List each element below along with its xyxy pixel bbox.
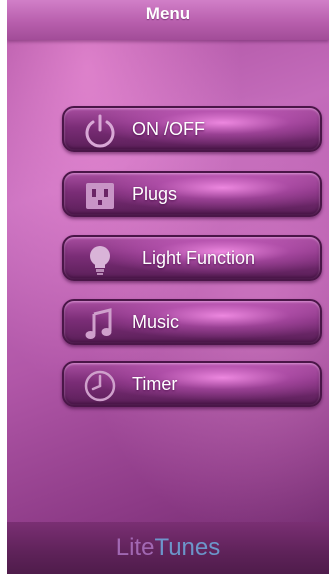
plugs-label: Plugs [132, 184, 178, 204]
header-bar: Menu [7, 0, 329, 40]
logo-tunes: Tunes [154, 534, 221, 561]
light-bulb-icon [82, 242, 118, 278]
app-screen: Menu ON /OFF Plugs Light Function Music … [7, 0, 329, 574]
timer-label: Timer [132, 374, 178, 394]
plugs-button[interactable]: Plugs [62, 171, 322, 217]
music-label: Music [132, 312, 180, 332]
clock-icon [82, 368, 118, 404]
footer-bar: LiteTunes [7, 522, 329, 574]
plug-outlet-icon [82, 178, 118, 214]
timer-button[interactable]: Timer [62, 361, 322, 407]
light-function-button[interactable]: Light Function [62, 235, 322, 281]
power-icon [82, 113, 118, 149]
on-off-label: ON /OFF [132, 119, 205, 139]
light-function-label: Light Function [142, 248, 256, 268]
music-button[interactable]: Music [62, 299, 322, 345]
on-off-button[interactable]: ON /OFF [62, 106, 322, 152]
music-note-icon [82, 306, 118, 342]
page-title: Menu [145, 4, 191, 23]
logo-lite: Lite [115, 534, 155, 561]
app-logo: LiteTunes [7, 534, 329, 562]
